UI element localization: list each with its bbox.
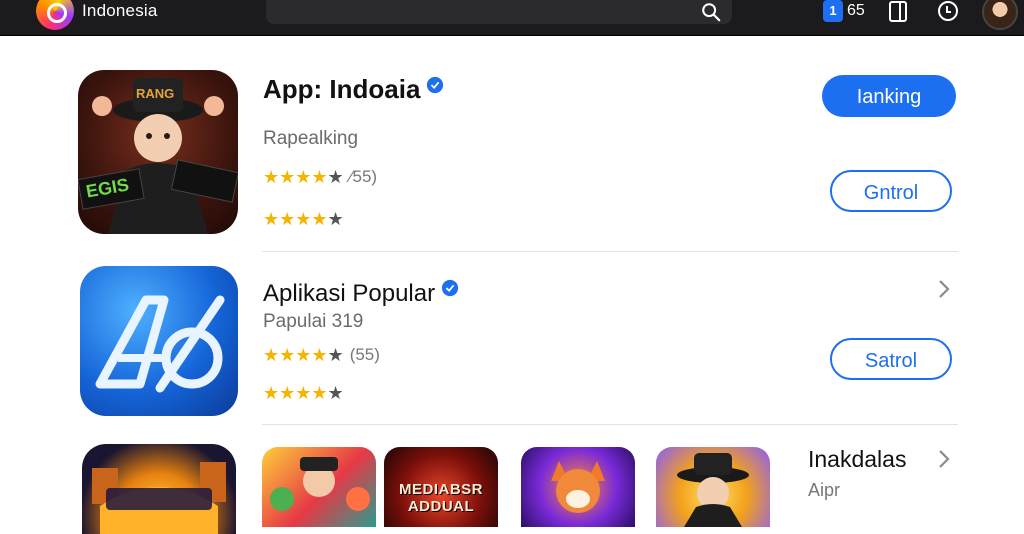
game-tile[interactable] — [521, 447, 635, 527]
ao-logo-icon — [95, 295, 225, 393]
section-title[interactable]: Inakdalas — [808, 446, 906, 473]
star-rating: ★★★★★ — [263, 166, 344, 187]
rating-count: ⁄55) — [349, 167, 378, 186]
section-subtitle: Aipr — [808, 480, 841, 500]
rating-row1-secondary: ★★★★★ — [263, 208, 344, 229]
icon-label-top: RANG — [136, 86, 175, 101]
divider — [262, 251, 958, 252]
verified-icon — [441, 279, 459, 297]
chevron-right-icon[interactable] — [936, 448, 952, 470]
search-icon[interactable] — [700, 1, 722, 23]
verified-icon — [427, 76, 444, 94]
star-rating: ★★★★★ — [263, 382, 344, 403]
app-title-text: App: Indoaia — [263, 74, 421, 104]
fox-character-icon — [551, 461, 605, 513]
rating-row1: ★★★★★ ⁄55) — [263, 166, 378, 187]
app-icon-winning[interactable] — [82, 444, 236, 534]
search-input[interactable] — [266, 0, 732, 24]
character-icon — [677, 453, 749, 527]
app-title-row1[interactable]: App: Indoaia — [263, 74, 444, 105]
star-rating: ★★★★★ — [263, 344, 344, 365]
top-bar: Indonesia 1 65 — [0, 0, 1024, 36]
game-tile[interactable] — [262, 447, 376, 527]
star-rating: ★★★★★ — [263, 208, 344, 229]
chevron-right-icon[interactable] — [936, 278, 952, 300]
divider — [262, 424, 958, 425]
clock-icon[interactable] — [936, 0, 960, 24]
app-title-row2[interactable]: Aplikasi Popular — [263, 279, 459, 308]
game-title: MEDIABSR ADDUAL — [398, 481, 483, 515]
game-tile[interactable]: MEDIABSR ADDUAL — [384, 447, 498, 527]
app-subtitle-row1: Rapealking — [263, 128, 359, 149]
game-art-icon — [270, 457, 370, 511]
brand-title: Indonesia — [82, 1, 158, 20]
game-tile[interactable] — [656, 447, 770, 527]
rating-count: (55) — [349, 345, 380, 364]
notification-badge[interactable]: 1 — [823, 0, 843, 22]
rating-row2-secondary: ★★★★★ — [263, 382, 344, 403]
app-icon-game[interactable]: RANG EGIS — [78, 70, 238, 234]
logo-icon[interactable] — [36, 0, 74, 30]
app-icon-ao[interactable] — [80, 266, 238, 416]
control-button[interactable]: Gntrol — [830, 170, 952, 212]
primary-action-button[interactable]: Ianking — [822, 75, 956, 117]
app-subtitle-row2: Papulai 319 — [263, 311, 364, 332]
rating-row2: ★★★★★ (55) — [263, 344, 380, 365]
notification-count: 65 — [847, 2, 865, 19]
bookmark-icon[interactable] — [886, 0, 910, 24]
castle-illustration — [92, 462, 226, 534]
app-title-text: Aplikasi Popular — [263, 280, 436, 307]
avatar[interactable] — [982, 0, 1018, 30]
secondary-button[interactable]: Satrol — [830, 338, 952, 380]
